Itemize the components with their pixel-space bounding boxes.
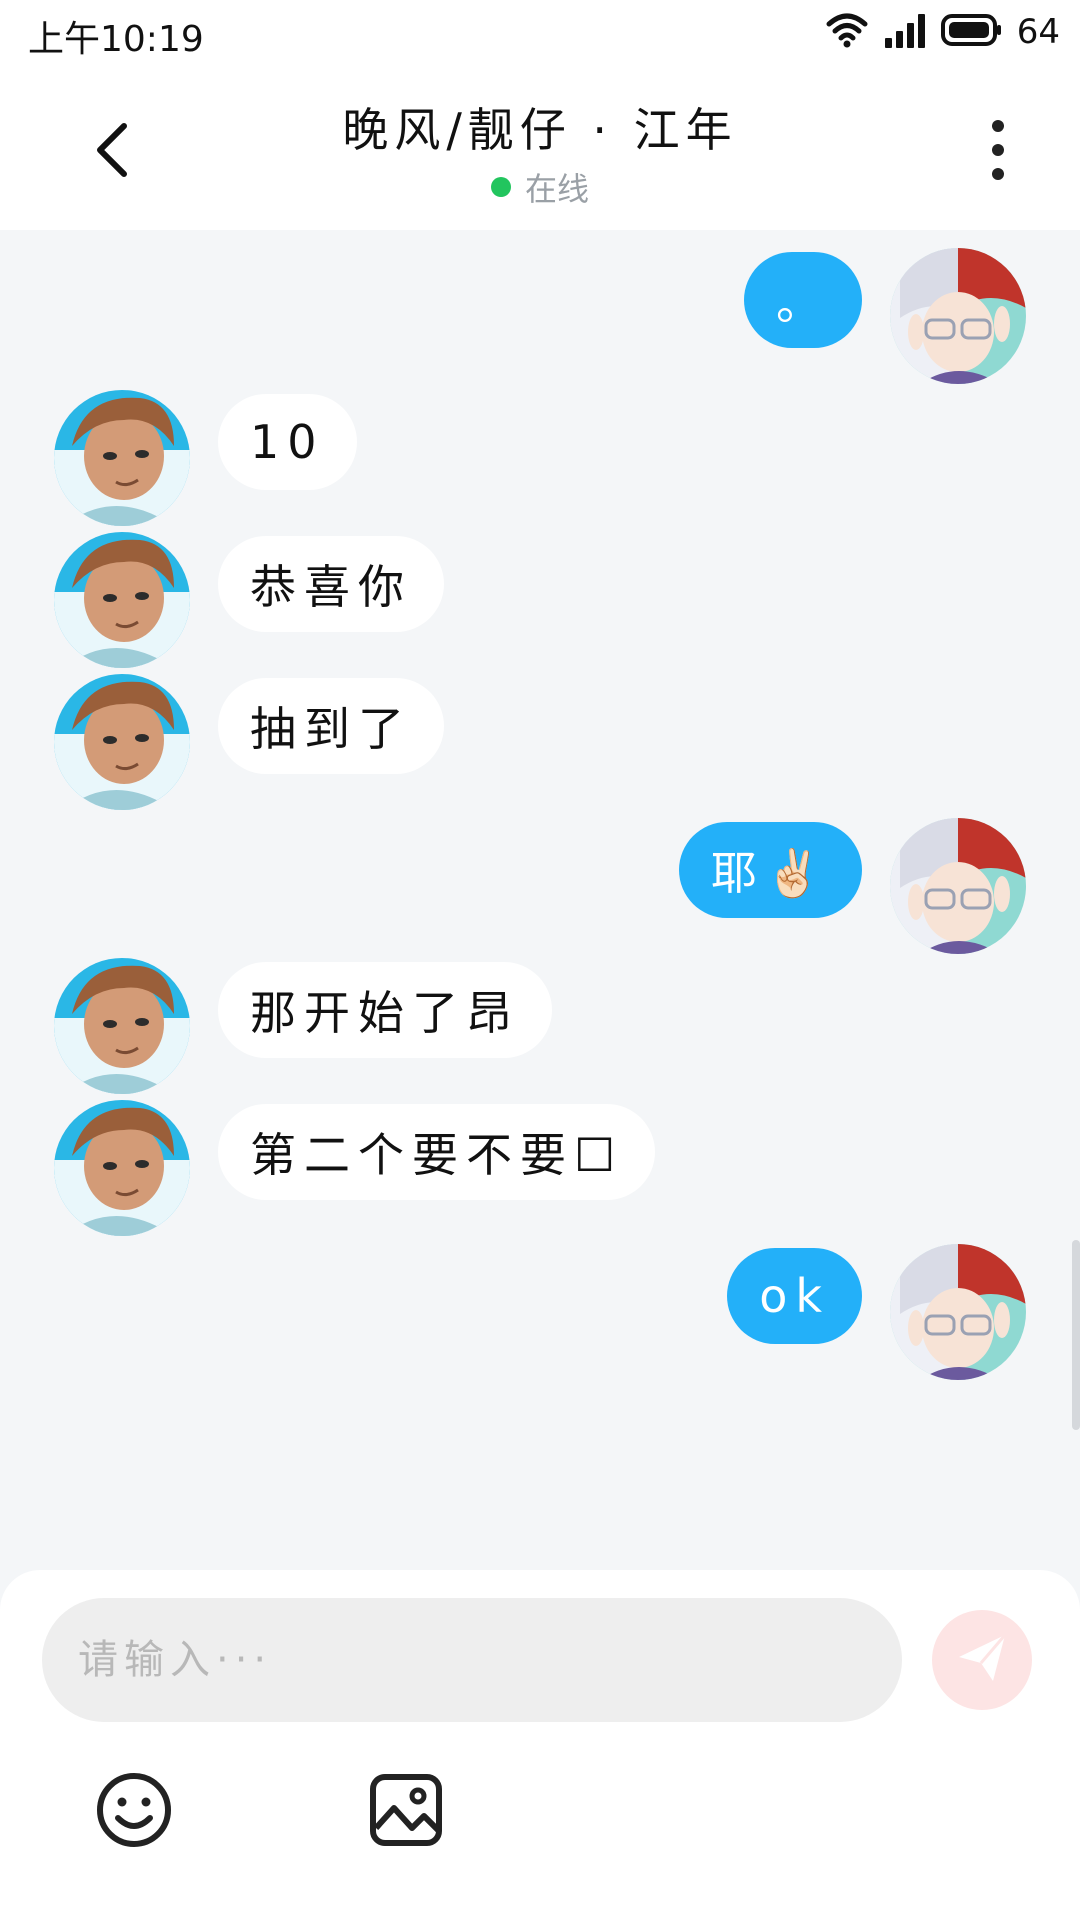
message-bubble-outgoing[interactable]: 。 <box>744 252 862 348</box>
message-row: 。 <box>0 248 1080 388</box>
avatar[interactable] <box>54 1100 190 1236</box>
message-bubble-incoming[interactable]: 抽到了 <box>218 678 444 774</box>
message-bubble-incoming[interactable]: 10 <box>218 394 357 490</box>
message-bubble-incoming[interactable]: 那开始了昂 <box>218 962 552 1058</box>
avatar[interactable] <box>54 958 190 1094</box>
avatar[interactable] <box>890 1244 1026 1380</box>
avatar[interactable] <box>54 390 190 526</box>
message-input[interactable] <box>42 1598 902 1722</box>
avatar[interactable] <box>54 674 190 810</box>
message-row: ok <box>0 1244 1080 1384</box>
message-row: 耶✌🏻 <box>0 818 1080 958</box>
message-bubble-incoming[interactable]: 恭喜你 <box>218 536 444 632</box>
emoji-button[interactable] <box>92 1770 176 1854</box>
presence-status: 在线 <box>0 164 1080 210</box>
signal-icon <box>883 12 927 52</box>
message-row: 那开始了昂 <box>0 958 1080 1098</box>
avatar[interactable] <box>890 248 1026 384</box>
presence-label: 在线 <box>524 170 589 208</box>
message-bubble-outgoing[interactable]: ok <box>727 1248 862 1344</box>
image-icon <box>368 1772 444 1852</box>
online-dot-icon <box>490 177 511 197</box>
status-time: 上午10:19 <box>28 19 204 60</box>
more-vertical-icon <box>988 118 1008 186</box>
chat-title: 晚风/靓仔 · 江年 <box>342 103 738 157</box>
avatar[interactable] <box>890 818 1026 954</box>
status-icons: 64 <box>825 10 1060 54</box>
message-row: 10 <box>0 390 1080 530</box>
message-bubble-outgoing[interactable]: 耶✌🏻 <box>678 822 862 918</box>
battery-icon <box>940 12 1003 52</box>
send-icon <box>953 1629 1011 1691</box>
smiley-icon <box>94 1770 174 1854</box>
message-bubble-incoming[interactable]: 第二个要不要☐ <box>218 1104 656 1200</box>
message-row: 恭喜你 <box>0 532 1080 672</box>
message-list[interactable]: 。 10 恭喜你 抽到了 耶✌🏻 那开始了昂 第二个要不要☐ ok <box>0 230 1080 1570</box>
chat-header: 晚风/靓仔 · 江年 在线 <box>0 64 1080 230</box>
message-composer <box>0 1570 1080 1920</box>
image-button[interactable] <box>364 1770 448 1854</box>
more-options-button[interactable] <box>958 112 1038 192</box>
status-bar: 上午10:19 64 <box>0 0 1080 64</box>
wifi-icon <box>825 12 869 52</box>
message-row: 抽到了 <box>0 674 1080 814</box>
send-button[interactable] <box>932 1610 1032 1710</box>
avatar[interactable] <box>54 532 190 668</box>
message-row: 第二个要不要☐ <box>0 1100 1080 1240</box>
scrollbar[interactable] <box>1072 1240 1080 1430</box>
battery-level: 64 <box>1016 12 1060 52</box>
